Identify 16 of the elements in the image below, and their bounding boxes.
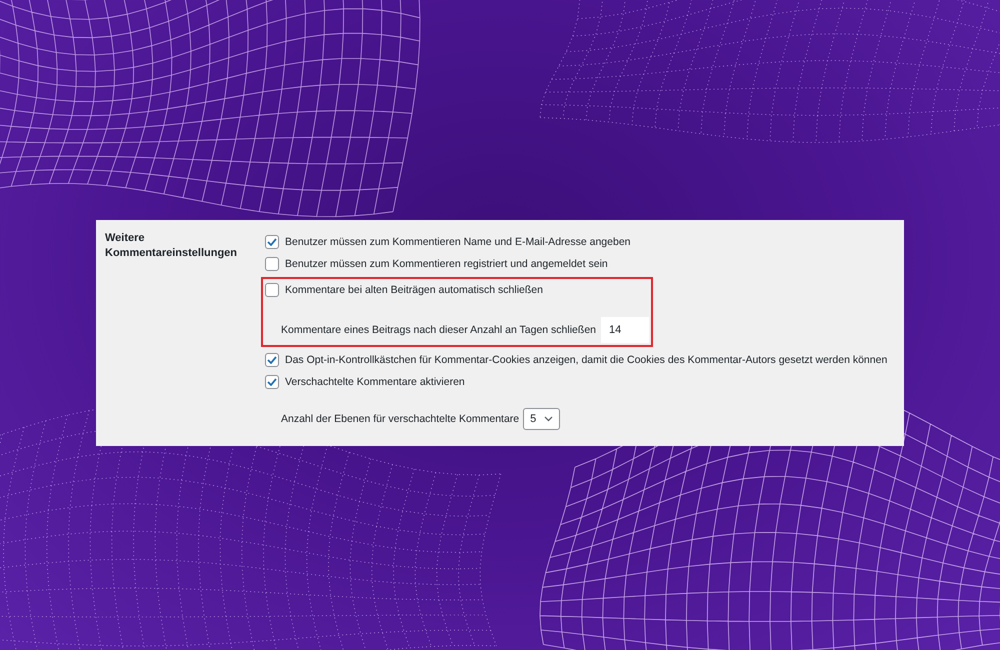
checkbox[interactable] (265, 283, 279, 297)
caret-icon (544, 416, 554, 422)
section-label: Weitere Kommentareinstellungen (104, 231, 235, 261)
checkbox[interactable] (265, 257, 279, 271)
field-label: Anzahl der Ebenen für verschachtelte Kommentare (281, 413, 520, 425)
checkbox[interactable] (265, 353, 279, 367)
days-input-field[interactable]: 14 (601, 317, 649, 343)
checkbox-label[interactable]: Benutzer müssen zum Kommentieren registriert und angemeldet sein (285, 258, 608, 270)
checkbox-label[interactable]: Das Opt-in-Kontrollkästchen für Kommentar-Cookies anzeigen, damit die Cookies des Kommentar-Autors gesetzt werden können (285, 354, 888, 366)
levels-dropdown[interactable]: 5 (523, 408, 560, 430)
checkbox[interactable] (265, 375, 279, 389)
checkbox-label[interactable]: Benutzer müssen zum Kommentieren Name und E-Mail-Adresse angeben (285, 236, 631, 248)
checkbox-label[interactable]: Verschachtelte Kommentare aktivieren (285, 376, 465, 388)
field-label: Kommentare eines Beitrags nach dieser Anzahl an Tagen schließen (281, 324, 596, 336)
checkbox[interactable] (265, 235, 279, 249)
checkbox-label[interactable]: Kommentare bei alten Beiträgen automatisch schließen (285, 284, 543, 296)
